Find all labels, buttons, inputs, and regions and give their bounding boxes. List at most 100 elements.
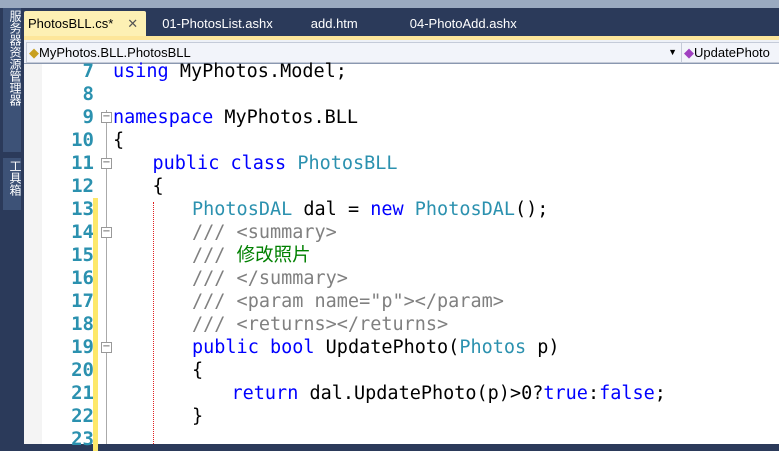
toolbox-tab[interactable]: 工具箱: [3, 158, 22, 210]
code-line[interactable]: 9− namespace MyPhotos.BLL: [24, 106, 779, 129]
code-line[interactable]: 13 PhotosDAL dal = new PhotosDAL();: [24, 198, 779, 221]
code-text: using MyPhotos.Model;: [113, 60, 347, 83]
change-marker: [93, 382, 98, 405]
code-token: PhotosBLL: [297, 153, 398, 174]
collapse-icon[interactable]: −: [101, 342, 112, 353]
close-icon[interactable]: ✕: [127, 11, 138, 37]
code-line[interactable]: 14− /// <summary>: [24, 221, 779, 244]
tab-add-htm[interactable]: add.htm: [307, 11, 366, 37]
code-token: MyPhotos.BLL: [213, 107, 359, 128]
change-marker: [93, 267, 98, 290]
code-text: PhotosDAL dal = new PhotosDAL();: [113, 198, 548, 221]
code-token: 修改照片: [236, 245, 311, 266]
line-number: 23: [71, 428, 94, 450]
server-explorer-tab[interactable]: 服务器资源管理器: [3, 8, 22, 152]
line-number: 15: [71, 244, 94, 266]
code-token: class: [230, 153, 287, 174]
line-number: 14: [71, 221, 94, 243]
code-line[interactable]: 7 using MyPhotos.Model;: [24, 60, 779, 83]
tab-label: PhotosBLL.cs*: [28, 16, 114, 31]
code-token: ();: [515, 199, 549, 220]
change-marker: [93, 290, 98, 313]
code-text: namespace MyPhotos.BLL: [113, 106, 358, 129]
left-dock-sidebar: 服务器资源管理器 工具箱: [0, 8, 24, 444]
code-token: {: [152, 176, 164, 197]
code-line[interactable]: 15 /// 修改照片: [24, 244, 779, 267]
collapse-icon[interactable]: −: [101, 158, 112, 169]
code-editor[interactable]: 7 using MyPhotos.Model; 8 9− namespace MyPho…: [24, 60, 779, 451]
line-number: 11: [71, 152, 94, 174]
change-marker: [93, 221, 98, 244]
code-text: {: [113, 175, 164, 198]
line-number: 20: [71, 359, 94, 381]
code-token: p): [526, 337, 560, 358]
code-token: /// <returns></returns>: [192, 314, 449, 335]
code-line[interactable]: 22}: [24, 405, 779, 428]
code-token: namespace: [113, 107, 214, 128]
code-line[interactable]: 12 {: [24, 175, 779, 198]
code-token: dal.UpdatePhoto(p)>0?: [298, 383, 544, 404]
code-line[interactable]: 16 /// </summary>: [24, 267, 779, 290]
line-number: 16: [71, 267, 94, 289]
code-token: return: [231, 383, 299, 404]
line-number: 18: [71, 313, 94, 335]
change-marker: [93, 428, 98, 451]
code-token: :: [587, 383, 600, 404]
type-combo-value: MyPhotos.BLL.PhotosBLL: [39, 45, 191, 60]
code-line[interactable]: 23: [24, 428, 779, 451]
change-marker: [93, 198, 98, 221]
change-marker: [93, 244, 98, 267]
code-line[interactable]: 8: [24, 83, 779, 106]
code-token: false: [599, 383, 655, 404]
code-text: /// <returns></returns>: [113, 313, 448, 336]
document-tabs: PhotosBLL.cs* ✕ 01-PhotosList.ashx add.ht…: [24, 8, 779, 37]
code-token: using: [113, 61, 169, 82]
tab-photoadd[interactable]: 04-PhotoAdd.ashx: [406, 11, 525, 37]
code-token: /// </summary>: [192, 268, 348, 289]
code-token: /// <summary>: [192, 222, 337, 243]
code-text: /// 修改照片: [113, 244, 311, 267]
change-marker: [93, 405, 98, 428]
code-token: ;: [654, 383, 666, 404]
change-marker: [93, 359, 98, 382]
code-token: public: [152, 153, 220, 174]
code-text: public bool UpdatePhoto(Photos p): [113, 336, 560, 359]
line-number: 19: [71, 336, 94, 358]
line-number: 9: [82, 106, 94, 128]
collapse-icon[interactable]: −: [101, 112, 112, 123]
code-token: Photos: [459, 337, 527, 358]
code-token: MyPhotos.Model;: [168, 61, 347, 82]
code-token: public: [192, 337, 259, 358]
collapse-icon[interactable]: −: [101, 227, 112, 238]
member-combo-value: UpdatePhoto: [694, 45, 770, 60]
code-line[interactable]: 10 {: [24, 129, 779, 152]
code-text: /// </summary>: [113, 267, 348, 290]
code-text: {: [113, 359, 203, 382]
code-token: PhotosDAL: [414, 199, 516, 220]
change-marker: [93, 336, 98, 359]
line-number: 17: [71, 290, 94, 312]
code-token: bool: [269, 337, 315, 358]
code-line[interactable]: 21 return dal.UpdatePhoto(p)>0?true:false…: [24, 382, 779, 405]
tab-photoslist[interactable]: 01-PhotosList.ashx: [158, 11, 281, 37]
code-token: PhotosDAL: [192, 199, 293, 220]
code-line[interactable]: 11− public class PhotosBLL: [24, 152, 779, 175]
code-line[interactable]: 18 /// <returns></returns>: [24, 313, 779, 336]
line-number: 8: [82, 83, 94, 105]
code-text: }: [113, 405, 203, 428]
code-line[interactable]: 20 {: [24, 359, 779, 382]
code-token: {: [192, 360, 204, 381]
code-text: /// <summary>: [113, 221, 337, 244]
tab-photosbll[interactable]: PhotosBLL.cs* ✕: [24, 11, 147, 37]
code-line[interactable]: 17 /// <param name="p"></param>: [24, 290, 779, 313]
code-text: {: [113, 129, 124, 152]
line-number: 21: [71, 382, 94, 404]
code-token: UpdatePhoto(: [314, 337, 460, 358]
code-token: /// <param name="p"></param>: [192, 291, 504, 312]
code-line[interactable]: 19− public bool UpdatePhoto(Photos p): [24, 336, 779, 359]
code-token: dal =: [292, 199, 371, 220]
method-icon: ◆: [684, 45, 694, 60]
